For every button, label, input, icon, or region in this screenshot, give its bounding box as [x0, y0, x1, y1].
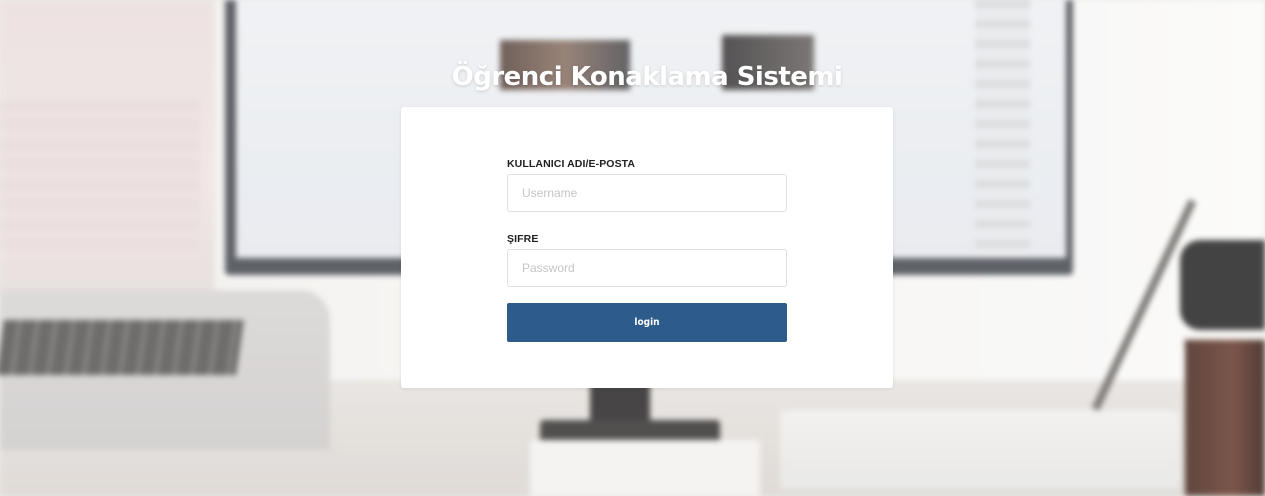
- username-label: KULLANICI ADI/E-POSTA: [507, 158, 636, 170]
- login-page: Öğrenci Konaklama Sistemi KULLANICI ADI/…: [0, 0, 1265, 496]
- login-card: KULLANICI ADI/E-POSTA ŞIFRE login: [401, 107, 893, 388]
- login-button[interactable]: login: [507, 303, 787, 342]
- page-title: Öğrenci Konaklama Sistemi: [451, 62, 843, 92]
- password-input[interactable]: [507, 249, 787, 287]
- username-input[interactable]: [507, 174, 787, 212]
- password-label: ŞIFRE: [507, 233, 539, 245]
